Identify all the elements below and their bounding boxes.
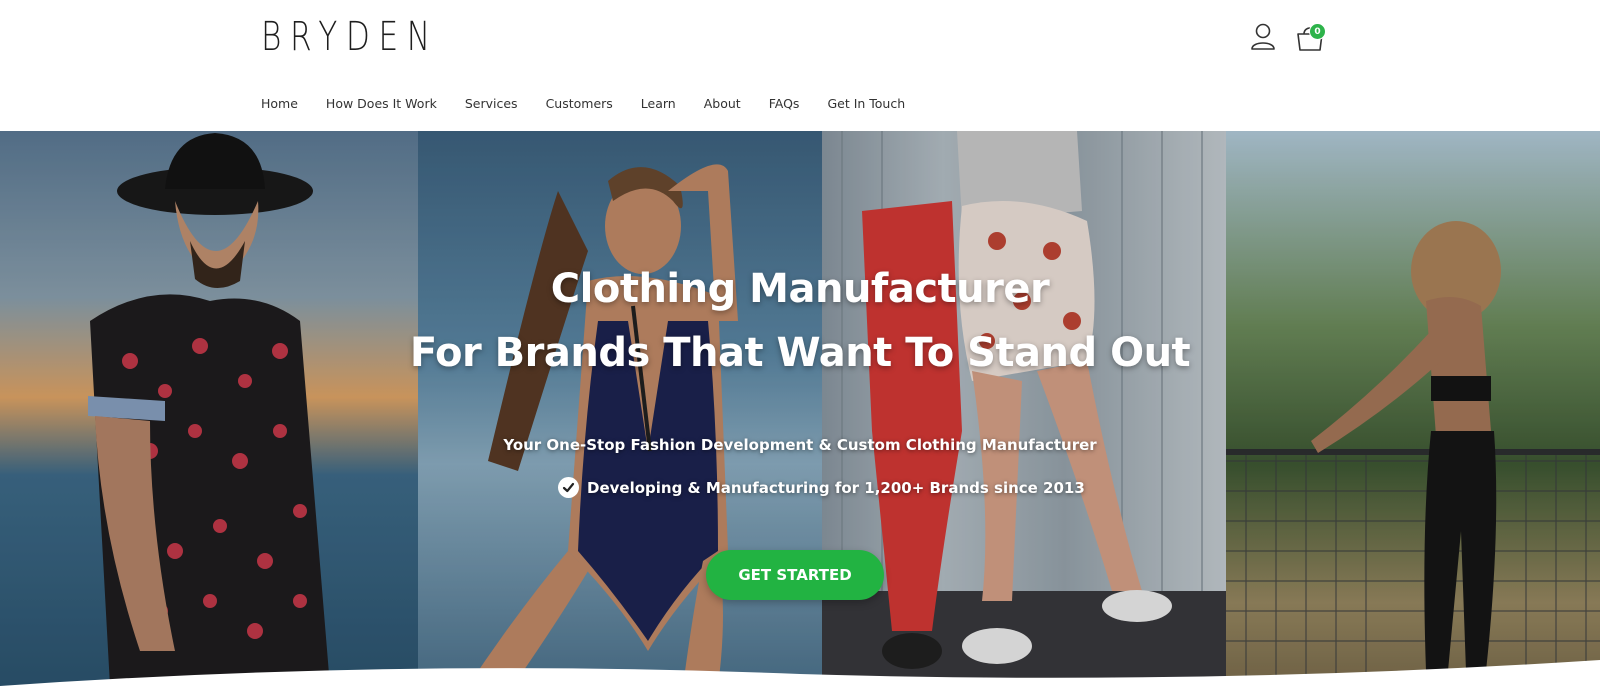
nav-item-customers[interactable]: Customers: [546, 96, 613, 111]
hero-bottom-wave: [0, 660, 1600, 686]
hero-banner: [0, 131, 1600, 686]
hero-check-line: Developing & Manufacturing for 1,200+ Br…: [558, 477, 1085, 498]
nav-item-about[interactable]: About: [704, 96, 741, 111]
cart-count-badge: 0: [1309, 23, 1326, 40]
nav-item-home[interactable]: Home: [261, 96, 298, 111]
hero-title-line1: Clothing Manufacturer: [550, 266, 1050, 312]
hero-subtitle: Your One-Stop Fashion Development & Cust…: [503, 436, 1097, 454]
hero-check-text: Developing & Manufacturing for 1,200+ Br…: [587, 478, 1085, 497]
brand-logo[interactable]: BRYDEN: [261, 14, 439, 60]
nav-item-faqs[interactable]: FAQs: [769, 96, 800, 111]
nav-item-services[interactable]: Services: [465, 96, 518, 111]
main-nav: Home How Does It Work Services Customers…: [261, 96, 933, 111]
get-started-button[interactable]: GET STARTED: [706, 550, 884, 600]
nav-item-get-in-touch[interactable]: Get In Touch: [827, 96, 905, 111]
nav-item-how-does-it-work[interactable]: How Does It Work: [326, 96, 437, 111]
hero-title-line2: For Brands That Want To Stand Out: [409, 330, 1191, 376]
hero-dark-overlay: [0, 131, 1600, 686]
user-icon[interactable]: [1249, 22, 1277, 52]
checkmark-icon: [558, 477, 579, 498]
site-header: BRYDEN 0 Home How Does It Work Services …: [0, 0, 1600, 131]
nav-item-learn[interactable]: Learn: [641, 96, 676, 111]
